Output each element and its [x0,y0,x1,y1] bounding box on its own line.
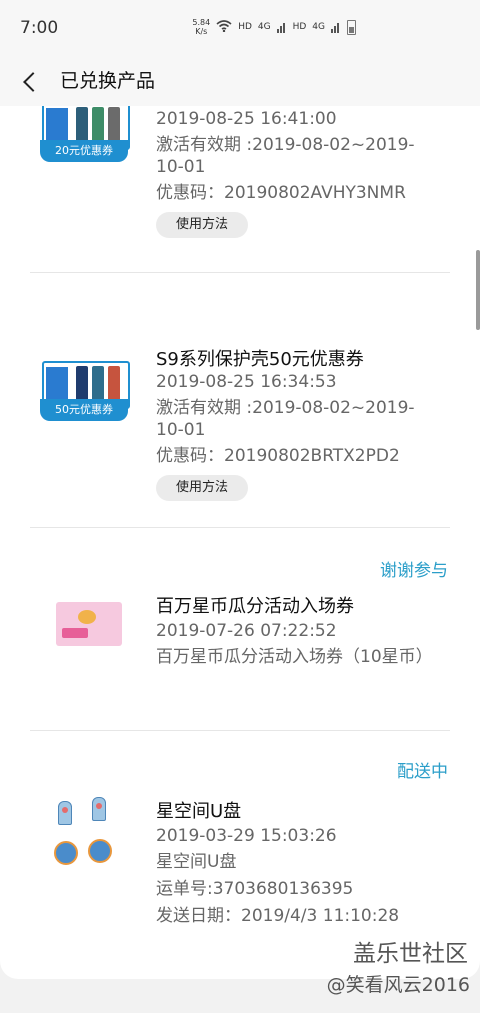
ship-date: 发送日期：2019/4/3 11:10:28 [156,906,400,926]
usb-drive-thumbnail [44,795,120,875]
redeem-date: 2019-07-26 07:22:52 [156,621,337,641]
page-title: 已兑换产品 [60,70,156,92]
battery-icon [347,19,356,35]
status-bar: 7:00 5.84 K/s HD 4G HD 4G [0,0,480,58]
signal-icon-2 [331,21,341,33]
lte-label-1: 4G [257,22,271,32]
redeemed-list[interactable]: 20元优惠券 2019-08-25 16:41:00 激活有效期 :2019-0… [0,106,480,979]
app-header: 已兑换产品 [0,58,480,106]
list-item[interactable]: 20元优惠券 2019-08-25 16:41:00 激活有效期 :2019-0… [0,106,480,272]
net-speed: 5.84 K/s [192,18,210,36]
net-speed-unit: K/s [195,27,208,36]
validity-period: 激活有效期 :2019-08-02~2019-10-01 [156,135,415,177]
status-label: 谢谢参与 [380,561,448,581]
back-arrow-icon[interactable] [18,64,42,100]
ticket-thumbnail [56,602,122,646]
status-time: 7:00 [20,18,59,38]
usage-button[interactable]: 使用方法 [156,212,249,238]
validity-period: 激活有效期 :2019-08-02~2019-10-01 [156,398,415,440]
coupon-value-label: 20元优惠券 [40,140,128,162]
scrollbar[interactable] [476,250,480,330]
product-description: 百万星币瓜分活动入场券（10星币） [156,647,433,667]
list-item[interactable]: 谢谢参与 百万星币瓜分活动入场券 2019-07-26 07:22:52 百万星… [0,528,480,730]
coupon-code: 优惠码：20190802AVHY3NMR [156,183,406,203]
net-speed-value: 5.84 [192,18,211,27]
product-name: 百万星币瓜分活动入场券 [156,596,354,617]
product-name: S9系列保护壳50元优惠券 [156,349,364,370]
signal-icon [276,21,287,33]
hd-label-2: HD [292,22,307,32]
tracking-number: 运单号:3703680136395 [156,879,354,899]
redeem-date: 2019-03-29 15:03:26 [156,826,337,846]
wifi-icon [216,19,232,35]
hd-label-1: HD [238,22,252,32]
coupon-value-label: 50元优惠券 [40,399,128,421]
redeem-date: 2019-08-25 16:34:53 [156,372,337,392]
coupon-code: 优惠码：20190802BRTX2PD2 [156,446,400,466]
lte-label-2: 4G [312,22,325,32]
watermark-title: 盖乐世社区 [353,941,468,967]
status-label: 配送中 [397,762,448,782]
watermark-author: @笑看风云2016 [326,974,470,996]
usage-button[interactable]: 使用方法 [156,475,249,501]
product-description: 星空间U盘 [156,852,237,872]
coupon-thumbnail: 20元优惠券 [40,106,130,162]
status-icons: 5.84 K/s HD 4G HD 4G [192,18,356,36]
coupon-thumbnail: 50元优惠券 [40,361,130,421]
product-name: 星空间U盘 [156,801,242,822]
list-item[interactable]: 50元优惠券 S9系列保护壳50元优惠券 2019-08-25 16:34:53… [0,273,480,527]
redeem-date: 2019-08-25 16:41:00 [156,109,337,129]
